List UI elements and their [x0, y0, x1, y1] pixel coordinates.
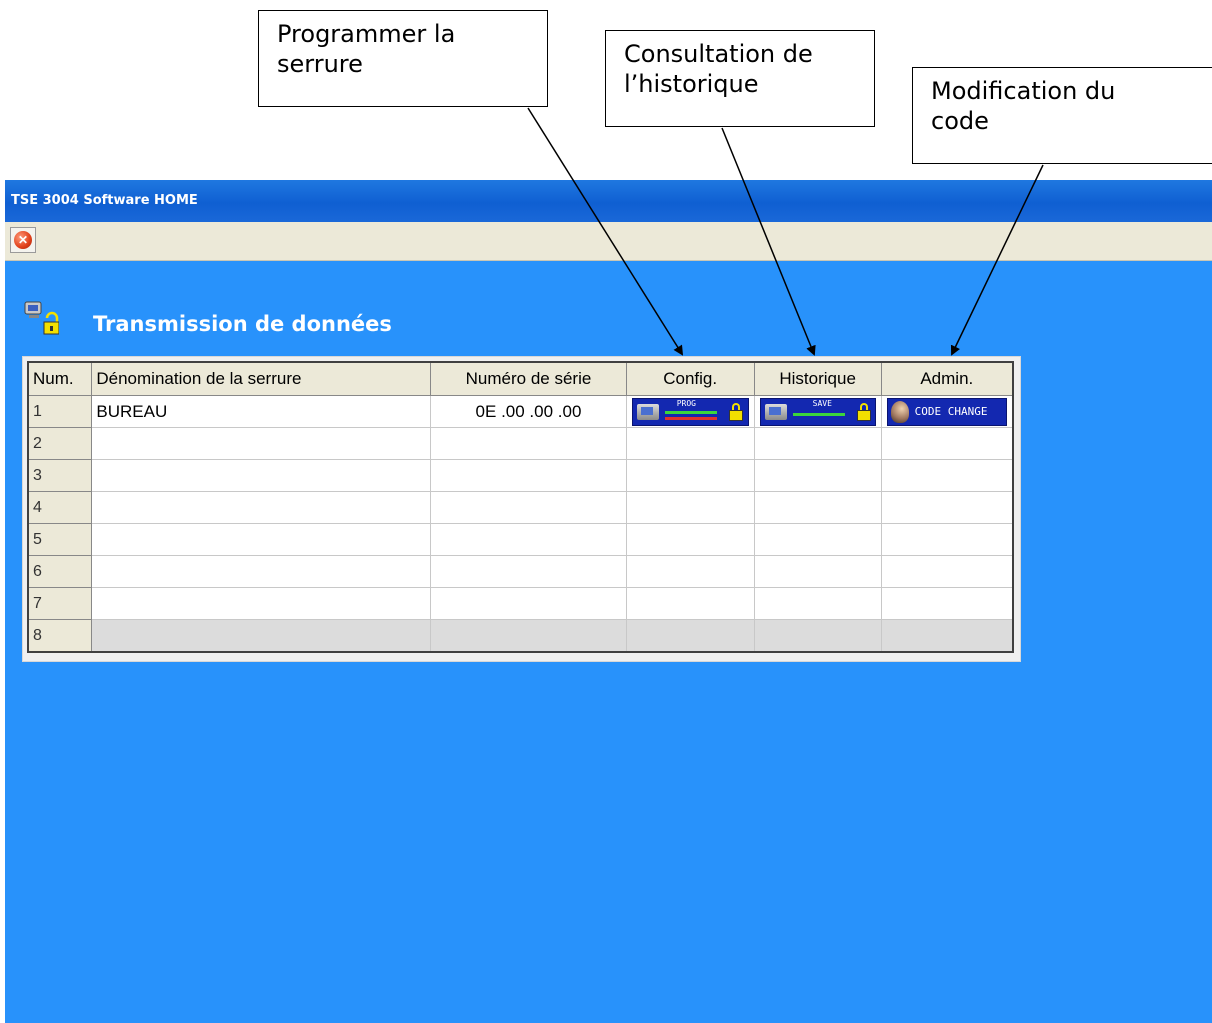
- header-config[interactable]: Config.: [625, 361, 755, 396]
- config-cell[interactable]: [625, 555, 755, 588]
- table-row[interactable]: 8: [27, 619, 1014, 653]
- callout-change-code: Modification du code: [912, 67, 1212, 164]
- row-num: 3: [27, 459, 93, 492]
- history-cell[interactable]: [753, 459, 882, 492]
- admin-cell[interactable]: [880, 587, 1014, 620]
- lock-name-cell[interactable]: [91, 587, 432, 620]
- serial-cell[interactable]: [430, 459, 627, 492]
- computer-lock-icon: [24, 301, 59, 335]
- save-tag: SAVE: [812, 398, 832, 408]
- config-cell[interactable]: [625, 523, 755, 556]
- lock-name-cell[interactable]: [91, 555, 432, 588]
- admin-cell[interactable]: [880, 523, 1014, 556]
- callout-view-history: Consultation de l’historique: [605, 30, 875, 127]
- table-row[interactable]: 7: [27, 587, 1014, 620]
- callout-text: Consultation de: [624, 40, 813, 68]
- prog-tag: PROG: [676, 398, 696, 408]
- serial-cell[interactable]: [430, 619, 627, 653]
- lock-name-cell[interactable]: [91, 427, 432, 460]
- lock-name-cell[interactable]: [91, 491, 432, 524]
- callout-text: Modification du: [931, 77, 1116, 105]
- table-row[interactable]: 5: [27, 523, 1014, 556]
- row-num: 8: [27, 619, 93, 653]
- lock-name-cell[interactable]: [91, 459, 432, 492]
- prog-arrow-icon: PROG: [661, 398, 723, 423]
- row-num: 6: [27, 555, 93, 588]
- admin-cell[interactable]: [880, 459, 1014, 492]
- callout-program-lock: Programmer la serrure: [258, 10, 548, 107]
- table-row[interactable]: 4: [27, 491, 1014, 524]
- serial-cell[interactable]: 0E .00 .00 .00: [430, 395, 627, 428]
- code-change-label: CODE CHANGE: [914, 405, 988, 418]
- history-cell: SAVE: [753, 395, 882, 428]
- serial-cell[interactable]: [430, 587, 627, 620]
- header-num[interactable]: Num.: [27, 361, 93, 396]
- lock-icon: [728, 402, 743, 421]
- config-cell[interactable]: [625, 427, 755, 460]
- history-cell[interactable]: [753, 555, 882, 588]
- header-serial[interactable]: Numéro de série: [430, 361, 627, 396]
- admin-cell[interactable]: [880, 491, 1014, 524]
- section-title: Transmission de données: [93, 312, 392, 336]
- history-cell[interactable]: [753, 491, 882, 524]
- lock-name-cell[interactable]: [91, 619, 432, 653]
- save-arrow-icon: SAVE: [789, 398, 851, 423]
- serial-cell[interactable]: [430, 491, 627, 524]
- table-header-row: Num. Dénomination de la serrure Numéro d…: [27, 361, 1014, 396]
- history-cell[interactable]: [753, 587, 882, 620]
- callout-text: l’historique: [624, 70, 759, 98]
- row-num: 7: [27, 587, 93, 620]
- header-admin[interactable]: Admin.: [880, 361, 1014, 396]
- config-cell[interactable]: [625, 619, 755, 653]
- row-num: 2: [27, 427, 93, 460]
- lock-table: Num. Dénomination de la serrure Numéro d…: [27, 361, 1014, 653]
- table-row[interactable]: 3: [27, 459, 1014, 492]
- lock-icon: [856, 402, 871, 421]
- admin-cell[interactable]: [880, 555, 1014, 588]
- admin-cell[interactable]: [880, 619, 1014, 653]
- config-cell[interactable]: [625, 491, 755, 524]
- app-window: TSE 3004 Software HOME ✕ Transmission de…: [5, 180, 1212, 1023]
- computer-icon: [764, 403, 787, 420]
- lock-grid-container: Num. Dénomination de la serrure Numéro d…: [22, 356, 1021, 662]
- close-button[interactable]: ✕: [10, 227, 36, 253]
- history-cell[interactable]: [753, 523, 882, 556]
- config-cell[interactable]: [625, 459, 755, 492]
- table-row[interactable]: 6: [27, 555, 1014, 588]
- serial-cell[interactable]: [430, 555, 627, 588]
- header-name[interactable]: Dénomination de la serrure: [91, 361, 432, 396]
- change-code-button[interactable]: CODE CHANGE: [886, 397, 1007, 426]
- lock-name-cell[interactable]: [91, 523, 432, 556]
- window-titlebar: TSE 3004 Software HOME: [5, 180, 1212, 222]
- header-history[interactable]: Historique: [753, 361, 882, 396]
- callout-text: code: [931, 107, 989, 135]
- serial-cell[interactable]: [430, 427, 627, 460]
- callout-text: serrure: [277, 50, 363, 78]
- lock-name-cell[interactable]: BUREAU: [91, 395, 432, 428]
- config-cell[interactable]: [625, 587, 755, 620]
- computer-icon: [636, 403, 659, 420]
- admin-cell: CODE CHANGE: [880, 395, 1014, 428]
- callout-text: Programmer la: [277, 20, 456, 48]
- toolbar: ✕: [5, 222, 1212, 261]
- history-cell[interactable]: [753, 619, 882, 653]
- history-cell[interactable]: [753, 427, 882, 460]
- serial-cell[interactable]: [430, 523, 627, 556]
- user-face-icon: [890, 400, 909, 423]
- table-row[interactable]: 2: [27, 427, 1014, 460]
- program-lock-button[interactable]: PROG: [631, 397, 749, 426]
- config-cell: PROG: [625, 395, 755, 428]
- row-num: 5: [27, 523, 93, 556]
- row-num: 4: [27, 491, 93, 524]
- close-icon: ✕: [14, 231, 32, 249]
- row-num: 1: [27, 395, 93, 428]
- table-row[interactable]: 1 BUREAU 0E .00 .00 .00 PROG SAVE CODE C…: [27, 395, 1014, 428]
- view-history-button[interactable]: SAVE: [759, 397, 876, 426]
- admin-cell[interactable]: [880, 427, 1014, 460]
